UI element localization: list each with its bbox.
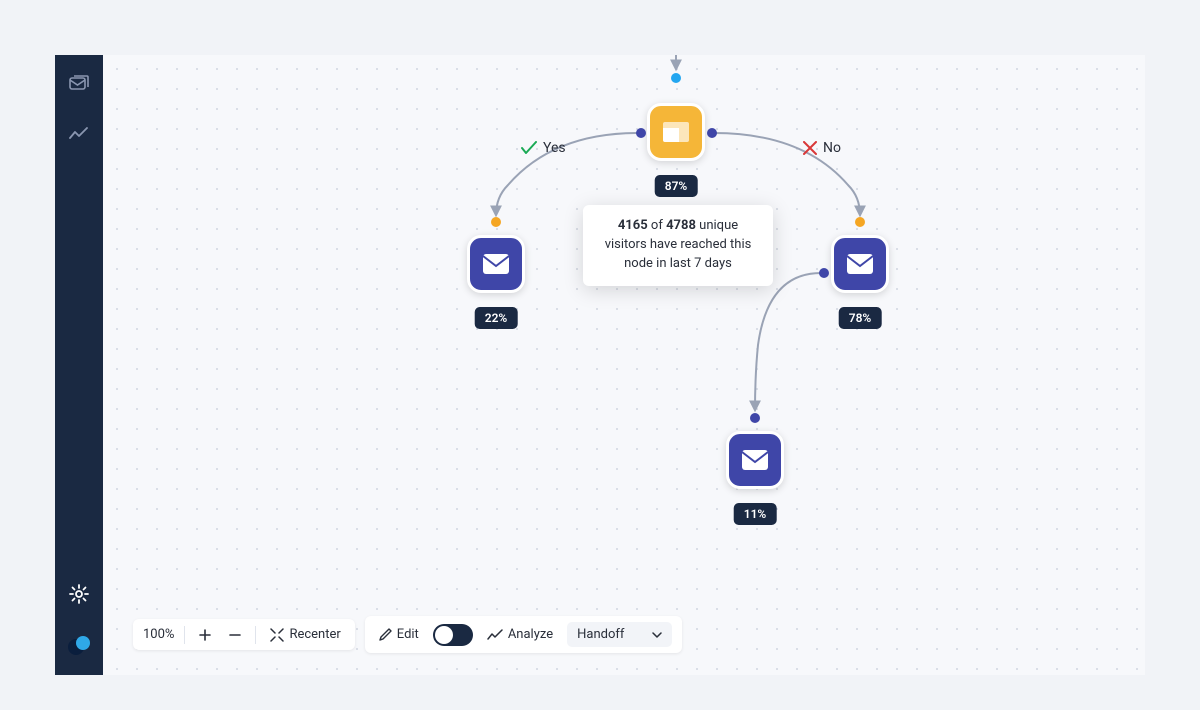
mail-stack-icon	[69, 75, 89, 93]
zoom-level: 100%	[143, 627, 174, 642]
analytics-icon	[69, 127, 89, 141]
left-entry-dot	[491, 217, 501, 227]
minus-icon	[229, 629, 241, 641]
analysis-select[interactable]: Handoff	[567, 622, 672, 647]
mail-right-pct: 78%	[839, 307, 882, 329]
brand-logo	[67, 633, 91, 657]
right-entry-dot	[855, 217, 865, 227]
layout-icon	[662, 121, 690, 143]
gear-icon	[69, 584, 89, 604]
branch-left-dot	[636, 128, 646, 138]
recenter-icon	[270, 628, 284, 642]
mail-left-pct: 22%	[475, 307, 518, 329]
canvas-toolbar: 100% Recenter Edit Analyze Handoff	[133, 616, 682, 653]
entry-dot	[671, 73, 681, 83]
plus-icon	[199, 629, 211, 641]
mail-node-left[interactable]: 22%	[467, 235, 525, 293]
mail-icon	[482, 253, 510, 275]
sidebar-item-analytics[interactable]	[68, 123, 90, 145]
zoom-in-button[interactable]	[195, 627, 215, 643]
right-out-dot	[819, 268, 829, 278]
condition-node[interactable]: 87%	[647, 103, 705, 161]
mode-toggle[interactable]	[433, 624, 473, 646]
check-icon	[521, 141, 537, 155]
x-icon	[803, 141, 817, 155]
condition-pct: 87%	[655, 175, 698, 197]
analyze-button[interactable]: Analyze	[483, 625, 557, 644]
pencil-icon	[379, 628, 392, 641]
flow-canvas[interactable]: 87% Yes No 22% 78% 11% 4165 o	[103, 55, 1145, 675]
caret-down-icon	[652, 632, 662, 638]
sidebar-item-mail[interactable]	[68, 73, 90, 95]
zoom-out-button[interactable]	[225, 627, 245, 643]
mail-node-right[interactable]: 78%	[831, 235, 889, 293]
flow-connectors	[103, 55, 1145, 675]
trend-icon	[487, 629, 503, 641]
recenter-button[interactable]: Recenter	[266, 625, 344, 644]
branch-yes-label: Yes	[521, 140, 566, 156]
sidebar	[55, 55, 103, 675]
mail-bottom-pct: 11%	[734, 503, 777, 525]
node-tooltip: 4165 of 4788 unique visitors have reache…	[583, 205, 773, 286]
mail-icon	[846, 253, 874, 275]
bottom-entry-dot	[750, 413, 760, 423]
sidebar-item-settings[interactable]	[68, 583, 90, 605]
edit-button[interactable]: Edit	[375, 625, 423, 644]
branch-no-label: No	[803, 140, 841, 156]
mail-icon	[741, 449, 769, 471]
branch-right-dot	[707, 128, 717, 138]
mail-node-bottom[interactable]: 11%	[726, 431, 784, 489]
